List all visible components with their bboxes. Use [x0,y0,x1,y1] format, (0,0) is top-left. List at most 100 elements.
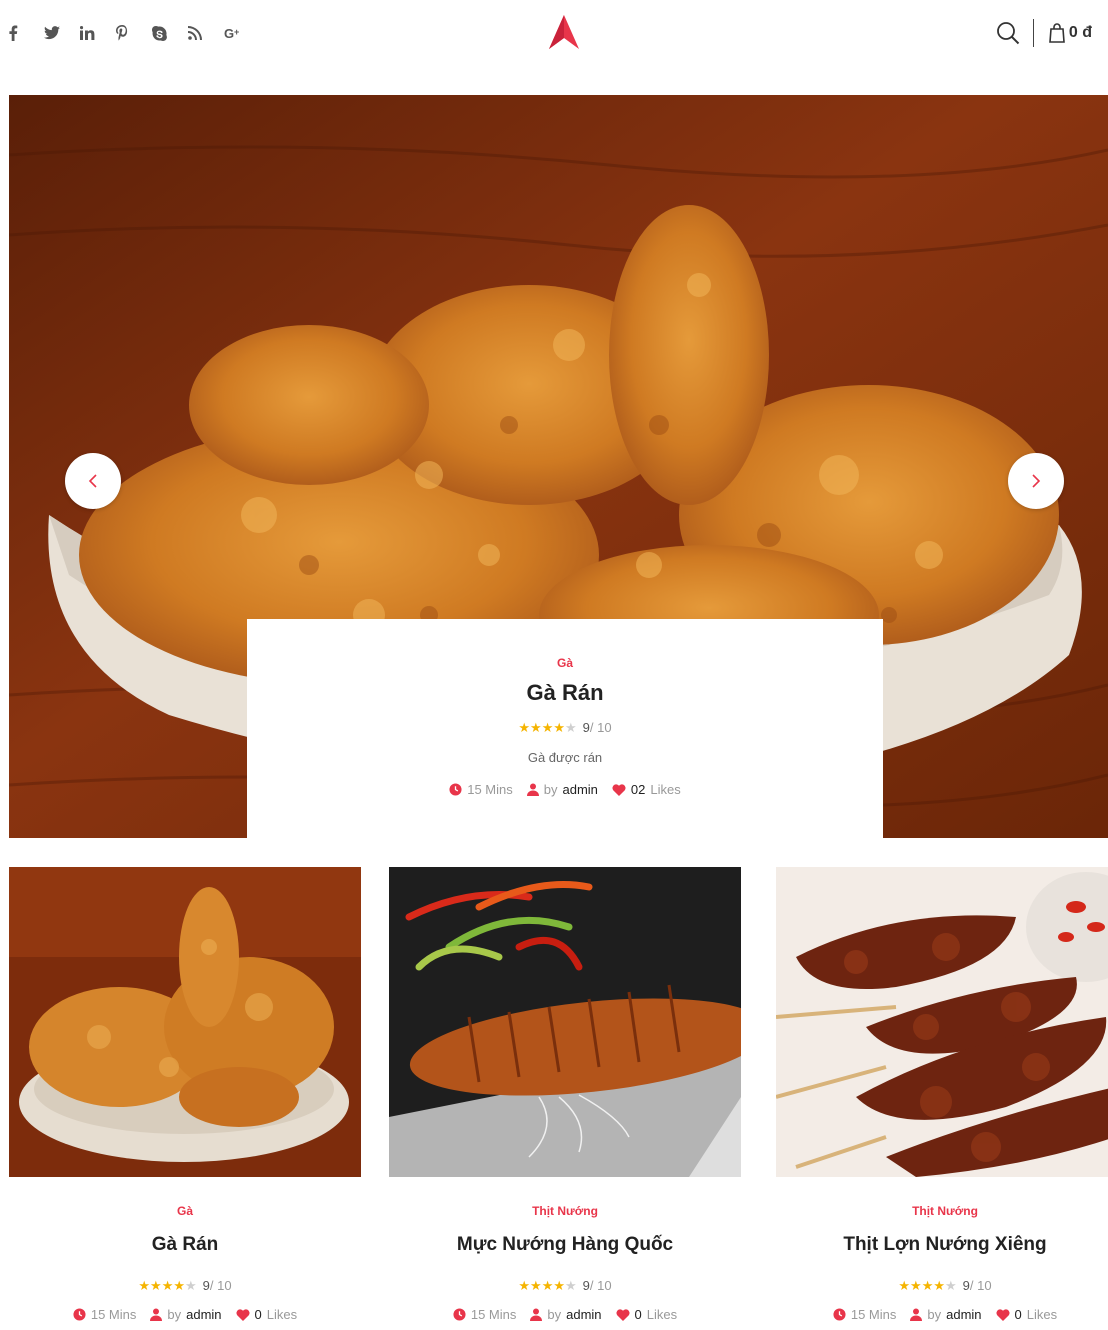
pinterest-icon[interactable] [116,22,152,44]
heart-icon[interactable] [612,783,626,796]
star-rating: ★ ★ ★ ★ ★ [518,721,576,734]
recipe-meta: 15 Mins by admin 0 Likes [389,1307,741,1322]
rating-max: / 10 [589,1278,612,1293]
recipe-rating: ★ ★ ★ ★ ★ 9/ 10 [389,1278,741,1293]
star-icon: ★ [138,1278,151,1293]
recipe-category-link[interactable]: Thịt Nướng [389,1204,741,1218]
star-icon: ★ [921,1278,934,1293]
facebook-icon[interactable] [8,22,44,44]
slider-next-button[interactable] [1008,453,1064,509]
twitter-icon[interactable] [44,22,80,44]
clock-icon [453,1308,466,1321]
user-icon [526,783,539,796]
rating-score: 9 [582,720,590,735]
author-link[interactable]: admin [946,1307,981,1322]
shopping-bag-icon [1049,23,1065,43]
recipe-title-link[interactable]: Gà Rán [9,1234,361,1256]
star-empty-icon: ★ [565,1278,577,1293]
cook-time: 15 Mins [467,782,513,797]
star-rating: ★ ★ ★ ★ ★ [898,1279,956,1292]
rss-icon[interactable] [188,22,224,44]
likes-count: 02 [630,782,646,797]
google-plus-icon[interactable]: G + [224,22,260,44]
star-icon: ★ [518,720,531,735]
rating-score: 9 [962,1278,970,1293]
recipe-meta: 15 Mins by admin 0 Likes [9,1307,361,1322]
featured-recipe-card: Gà Gà Rán ★ ★ ★ ★ ★ 9/ 10 Gà được rán 15 Min… [247,619,883,838]
star-icon: ★ [898,1278,911,1293]
by-label: by [547,1307,562,1322]
brand-logo[interactable] [546,14,582,50]
rating-max: / 10 [209,1278,232,1293]
recipe-thumbnail[interactable] [389,867,741,1177]
cook-time: 15 Mins [90,1307,137,1322]
star-icon: ★ [173,1278,186,1293]
linkedin-icon[interactable] [80,22,116,44]
header-divider [1032,19,1034,47]
svg-text:+: + [234,27,239,37]
chevron-left-icon [88,474,97,488]
heart-icon[interactable] [236,1308,250,1321]
star-icon: ★ [541,720,554,735]
clock-icon [833,1308,846,1321]
recipe-title-link[interactable]: Mực Nướng Hàng Quốc [389,1234,741,1256]
recipe-meta: 15 Mins by admin 02 Likes [247,782,883,797]
likes-label: Likes [1026,1307,1058,1322]
heart-icon[interactable] [616,1308,630,1321]
likes-count: 0 [254,1307,262,1322]
star-empty-icon: ★ [185,1278,197,1293]
star-icon: ★ [541,1278,554,1293]
clock-icon [449,783,462,796]
recipe-description: Gà được rán [527,750,603,765]
recipe-rating: ★ ★ ★ ★ ★ 9/ 10 [247,720,883,735]
author-link[interactable]: admin [566,1307,601,1322]
rating-score: 9 [202,1278,210,1293]
by-label: by [927,1307,942,1322]
search-icon[interactable] [993,18,1023,48]
recipe-thumbnail[interactable] [9,867,361,1177]
user-icon [530,1308,543,1321]
recipe-rating: ★ ★ ★ ★ ★ 9/ 10 [769,1278,1108,1293]
social-links: G + [8,22,260,44]
user-icon [910,1308,923,1321]
recipe-card: Thịt Nướng Mực Nướng Hàng Quốc ★ ★ ★ ★ ★ 9/ … [389,867,741,1330]
star-rating: ★ ★ ★ ★ ★ [138,1279,196,1292]
chevron-right-icon [1032,474,1041,488]
author-link[interactable]: admin [186,1307,221,1322]
recipe-card: Thịt Nướng Thịt Lợn Nướng Xiêng ★ ★ ★ ★ ★ 9/… [769,867,1108,1330]
recipe-rating: ★ ★ ★ ★ ★ 9/ 10 [9,1278,361,1293]
recipe-meta: 15 Mins by admin 0 Likes [769,1307,1108,1322]
skype-icon[interactable] [152,22,188,44]
recipe-title-link[interactable]: Gà Rán [247,680,883,706]
clock-icon [73,1308,86,1321]
recipe-thumbnail[interactable] [769,867,1108,1177]
star-empty-icon: ★ [565,720,577,735]
by-label: by [543,782,558,797]
author-link[interactable]: admin [563,782,598,797]
likes-label: Likes [646,1307,678,1322]
recipe-category-link[interactable]: Thịt Nướng [769,1204,1108,1218]
slider-prev-button[interactable] [65,453,121,509]
star-icon: ★ [530,1278,542,1293]
cart-button[interactable]: 0 đ [1048,23,1092,43]
star-icon: ★ [150,1278,162,1293]
header-actions: 0 đ [993,18,1092,48]
likes-count: 0 [634,1307,642,1322]
svg-text:G: G [224,26,234,40]
recipe-category-link[interactable]: Gà [9,1204,361,1218]
cook-time: 15 Mins [470,1307,517,1322]
star-icon: ★ [518,1278,531,1293]
star-rating: ★ ★ ★ ★ ★ [518,1279,576,1292]
recipe-card: Gà Gà Rán ★ ★ ★ ★ ★ 9/ 10 15 Mins by admin 0L… [9,867,361,1330]
heart-icon[interactable] [996,1308,1010,1321]
recipe-title-link[interactable]: Thịt Lợn Nướng Xiêng [769,1234,1108,1256]
star-icon: ★ [553,720,566,735]
recipe-category-link[interactable]: Gà [247,656,883,670]
rating-max: / 10 [969,1278,992,1293]
star-icon: ★ [933,1278,946,1293]
site-header: G + 0 đ [0,0,1108,68]
rating-score: 9 [582,1278,590,1293]
cart-total: 0 đ [1068,24,1092,41]
cook-time: 15 Mins [850,1307,897,1322]
star-empty-icon: ★ [945,1278,957,1293]
